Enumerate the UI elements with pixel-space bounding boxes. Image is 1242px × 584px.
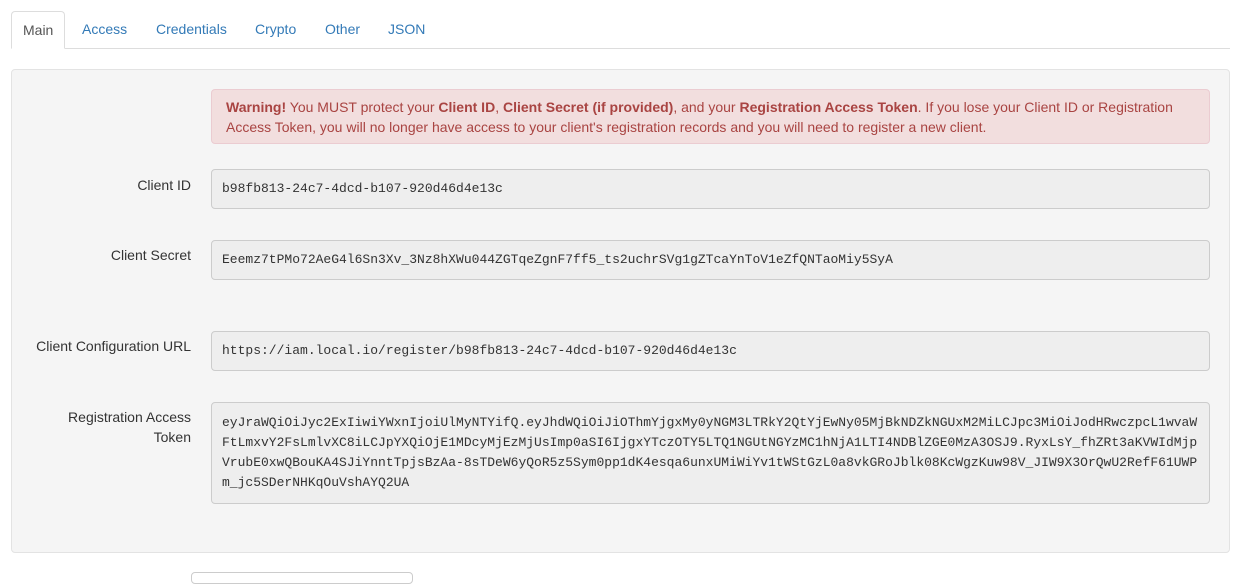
warning-text-1: You MUST protect your <box>286 99 439 115</box>
warning-rat: Registration Access Token <box>739 99 918 115</box>
client-secret-field[interactable]: Eeemz7tPMo72AeG4l6Sn3Xv_3Nz8hXWu044ZGTqe… <box>211 240 1210 280</box>
tab-main[interactable]: Main <box>11 11 66 49</box>
main-panel: Warning! You MUST protect your Client ID… <box>11 69 1230 553</box>
warning-client-id: Client ID <box>438 99 496 115</box>
warning-text-3: , and your <box>673 99 740 115</box>
partial-control-below[interactable] <box>191 572 413 584</box>
client-id-field[interactable]: b98fb813-24c7-4dcd-b107-920d46d4e13c <box>211 169 1210 209</box>
client-secret-label: Client Secret <box>110 247 191 263</box>
registration-token-label: Registration Access Token <box>68 407 191 447</box>
client-config-url-field[interactable]: https://iam.local.io/register/b98fb813-2… <box>211 331 1210 371</box>
client-config-url-label: Client Configuration URL <box>36 338 191 354</box>
tab-access[interactable]: Access <box>82 11 127 49</box>
tab-credentials[interactable]: Credentials <box>156 11 227 49</box>
registration-token-field[interactable]: eyJraWQiOiJyc2ExIiwiYWxnIjoiUlMyNTYifQ.e… <box>211 402 1210 504</box>
warning-text-2: , <box>495 99 503 115</box>
registration-token-label-line2: Token <box>153 429 191 445</box>
warning-prefix: Warning! <box>226 99 287 115</box>
warning-client-secret: Client Secret (if provided) <box>502 99 674 115</box>
tab-crypto[interactable]: Crypto <box>255 11 296 49</box>
registration-token-label-line1: Registration Access <box>68 409 191 425</box>
tab-bar: Main Access Credentials Crypto Other JSO… <box>11 11 1230 49</box>
client-id-label: Client ID <box>137 177 191 193</box>
tab-json[interactable]: JSON <box>388 11 425 49</box>
tab-other[interactable]: Other <box>325 11 360 49</box>
warning-alert: Warning! You MUST protect your Client ID… <box>211 89 1210 144</box>
